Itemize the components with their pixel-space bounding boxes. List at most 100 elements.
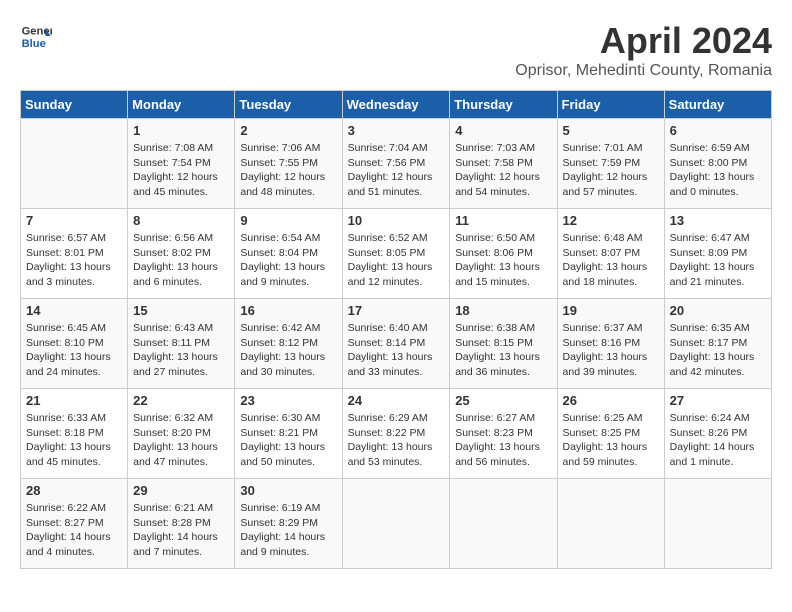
day-number: 19 bbox=[563, 303, 659, 318]
calendar-cell: 13 Sunrise: 6:47 AM Sunset: 8:09 PM Dayli… bbox=[664, 209, 771, 299]
day-number: 14 bbox=[26, 303, 122, 318]
day-info: Sunrise: 7:06 AM Sunset: 7:55 PM Dayligh… bbox=[240, 141, 336, 200]
day-info: Sunrise: 7:01 AM Sunset: 7:59 PM Dayligh… bbox=[563, 141, 659, 200]
calendar-cell: 21 Sunrise: 6:33 AM Sunset: 8:18 PM Dayli… bbox=[21, 389, 128, 479]
calendar-cell: 23Sunrise: 6:30 AM Sunset: 8:21 PM Dayli… bbox=[235, 389, 342, 479]
day-header-saturday: Saturday bbox=[664, 91, 771, 119]
day-number: 11 bbox=[455, 213, 551, 228]
day-header-sunday: Sunday bbox=[21, 91, 128, 119]
day-number: 18 bbox=[455, 303, 551, 318]
day-header-tuesday: Tuesday bbox=[235, 91, 342, 119]
day-number: 20 bbox=[670, 303, 766, 318]
day-info: Sunrise: 6:22 AM Sunset: 8:27 PM Dayligh… bbox=[26, 501, 122, 560]
day-header-wednesday: Wednesday bbox=[342, 91, 450, 119]
calendar-cell: 9Sunrise: 6:54 AM Sunset: 8:04 PM Daylig… bbox=[235, 209, 342, 299]
day-number: 13 bbox=[670, 213, 766, 228]
calendar-week-4: 21 Sunrise: 6:33 AM Sunset: 8:18 PM Dayli… bbox=[21, 389, 772, 479]
calendar-cell: 19 Sunrise: 6:37 AM Sunset: 8:16 PM Dayli… bbox=[557, 299, 664, 389]
day-info: Sunrise: 6:29 AM Sunset: 8:22 PM Dayligh… bbox=[348, 411, 445, 470]
calendar-cell bbox=[450, 479, 557, 569]
calendar-cell: 7 Sunrise: 6:57 AM Sunset: 8:01 PM Daylig… bbox=[21, 209, 128, 299]
day-number: 3 bbox=[348, 123, 445, 138]
calendar-cell: 3 Sunrise: 7:04 AM Sunset: 7:56 PM Daylig… bbox=[342, 119, 450, 209]
calendar-cell: 1Sunrise: 7:08 AM Sunset: 7:54 PM Daylig… bbox=[128, 119, 235, 209]
day-number: 10 bbox=[348, 213, 445, 228]
day-info: Sunrise: 6:54 AM Sunset: 8:04 PM Dayligh… bbox=[240, 231, 336, 290]
location-subtitle: Oprisor, Mehedinti County, Romania bbox=[515, 62, 772, 80]
day-number: 24 bbox=[348, 393, 445, 408]
day-number: 28 bbox=[26, 483, 122, 498]
month-title: April 2024 bbox=[515, 20, 772, 62]
calendar-table: SundayMondayTuesdayWednesdayThursdayFrid… bbox=[20, 90, 772, 569]
day-number: 27 bbox=[670, 393, 766, 408]
calendar-cell: 2 Sunrise: 7:06 AM Sunset: 7:55 PM Daylig… bbox=[235, 119, 342, 209]
calendar-cell: 12 Sunrise: 6:48 AM Sunset: 8:07 PM Dayli… bbox=[557, 209, 664, 299]
day-number: 23 bbox=[240, 393, 336, 408]
day-header-monday: Monday bbox=[128, 91, 235, 119]
day-info: Sunrise: 7:04 AM Sunset: 7:56 PM Dayligh… bbox=[348, 141, 445, 200]
day-number: 29 bbox=[133, 483, 229, 498]
title-area: April 2024 Oprisor, Mehedinti County, Ro… bbox=[515, 20, 772, 80]
calendar-cell: 28 Sunrise: 6:22 AM Sunset: 8:27 PM Dayli… bbox=[21, 479, 128, 569]
day-number: 15 bbox=[133, 303, 229, 318]
calendar-week-2: 7 Sunrise: 6:57 AM Sunset: 8:01 PM Daylig… bbox=[21, 209, 772, 299]
calendar-week-5: 28 Sunrise: 6:22 AM Sunset: 8:27 PM Dayli… bbox=[21, 479, 772, 569]
svg-text:Blue: Blue bbox=[22, 38, 46, 50]
logo: General Blue bbox=[20, 20, 52, 52]
day-header-friday: Friday bbox=[557, 91, 664, 119]
day-info: Sunrise: 6:48 AM Sunset: 8:07 PM Dayligh… bbox=[563, 231, 659, 290]
calendar-week-3: 14 Sunrise: 6:45 AM Sunset: 8:10 PM Dayli… bbox=[21, 299, 772, 389]
day-number: 7 bbox=[26, 213, 122, 228]
day-number: 25 bbox=[455, 393, 551, 408]
day-info: Sunrise: 6:42 AM Sunset: 8:12 PM Dayligh… bbox=[240, 321, 336, 380]
calendar-cell: 8Sunrise: 6:56 AM Sunset: 8:02 PM Daylig… bbox=[128, 209, 235, 299]
calendar-cell: 11 Sunrise: 6:50 AM Sunset: 8:06 PM Dayli… bbox=[450, 209, 557, 299]
day-info: Sunrise: 6:21 AM Sunset: 8:28 PM Dayligh… bbox=[133, 501, 229, 560]
calendar-cell: 22Sunrise: 6:32 AM Sunset: 8:20 PM Dayli… bbox=[128, 389, 235, 479]
day-number: 26 bbox=[563, 393, 659, 408]
day-info: Sunrise: 6:40 AM Sunset: 8:14 PM Dayligh… bbox=[348, 321, 445, 380]
day-info: Sunrise: 6:59 AM Sunset: 8:00 PM Dayligh… bbox=[670, 141, 766, 200]
calendar-header-row: SundayMondayTuesdayWednesdayThursdayFrid… bbox=[21, 91, 772, 119]
day-info: Sunrise: 6:35 AM Sunset: 8:17 PM Dayligh… bbox=[670, 321, 766, 380]
logo-icon: General Blue bbox=[20, 20, 52, 52]
calendar-cell: 20 Sunrise: 6:35 AM Sunset: 8:17 PM Dayli… bbox=[664, 299, 771, 389]
calendar-week-1: 1Sunrise: 7:08 AM Sunset: 7:54 PM Daylig… bbox=[21, 119, 772, 209]
calendar-cell: 5 Sunrise: 7:01 AM Sunset: 7:59 PM Daylig… bbox=[557, 119, 664, 209]
day-info: Sunrise: 6:25 AM Sunset: 8:25 PM Dayligh… bbox=[563, 411, 659, 470]
day-header-thursday: Thursday bbox=[450, 91, 557, 119]
calendar-cell: 16 Sunrise: 6:42 AM Sunset: 8:12 PM Dayli… bbox=[235, 299, 342, 389]
day-number: 21 bbox=[26, 393, 122, 408]
day-number: 1 bbox=[133, 123, 229, 138]
day-number: 6 bbox=[670, 123, 766, 138]
day-info: Sunrise: 6:47 AM Sunset: 8:09 PM Dayligh… bbox=[670, 231, 766, 290]
day-info: Sunrise: 6:43 AM Sunset: 8:11 PM Dayligh… bbox=[133, 321, 229, 380]
calendar-cell bbox=[664, 479, 771, 569]
day-number: 5 bbox=[563, 123, 659, 138]
day-info: Sunrise: 6:45 AM Sunset: 8:10 PM Dayligh… bbox=[26, 321, 122, 380]
calendar-cell: 25Sunrise: 6:27 AM Sunset: 8:23 PM Dayli… bbox=[450, 389, 557, 479]
day-info: Sunrise: 6:33 AM Sunset: 8:18 PM Dayligh… bbox=[26, 411, 122, 470]
day-number: 12 bbox=[563, 213, 659, 228]
day-info: Sunrise: 6:50 AM Sunset: 8:06 PM Dayligh… bbox=[455, 231, 551, 290]
day-info: Sunrise: 6:24 AM Sunset: 8:26 PM Dayligh… bbox=[670, 411, 766, 470]
day-number: 2 bbox=[240, 123, 336, 138]
calendar-cell bbox=[557, 479, 664, 569]
day-number: 16 bbox=[240, 303, 336, 318]
calendar-cell: 24 Sunrise: 6:29 AM Sunset: 8:22 PM Dayli… bbox=[342, 389, 450, 479]
day-info: Sunrise: 6:19 AM Sunset: 8:29 PM Dayligh… bbox=[240, 501, 336, 560]
day-info: Sunrise: 6:38 AM Sunset: 8:15 PM Dayligh… bbox=[455, 321, 551, 380]
day-info: Sunrise: 7:03 AM Sunset: 7:58 PM Dayligh… bbox=[455, 141, 551, 200]
calendar-cell bbox=[21, 119, 128, 209]
day-info: Sunrise: 6:57 AM Sunset: 8:01 PM Dayligh… bbox=[26, 231, 122, 290]
page-header: General Blue April 2024 Oprisor, Mehedin… bbox=[20, 20, 772, 80]
calendar-cell: 4 Sunrise: 7:03 AM Sunset: 7:58 PM Daylig… bbox=[450, 119, 557, 209]
calendar-cell: 6 Sunrise: 6:59 AM Sunset: 8:00 PM Daylig… bbox=[664, 119, 771, 209]
calendar-cell: 18 Sunrise: 6:38 AM Sunset: 8:15 PM Dayli… bbox=[450, 299, 557, 389]
calendar-cell: 17Sunrise: 6:40 AM Sunset: 8:14 PM Dayli… bbox=[342, 299, 450, 389]
day-number: 4 bbox=[455, 123, 551, 138]
day-info: Sunrise: 6:37 AM Sunset: 8:16 PM Dayligh… bbox=[563, 321, 659, 380]
calendar-cell bbox=[342, 479, 450, 569]
calendar-cell: 26 Sunrise: 6:25 AM Sunset: 8:25 PM Dayli… bbox=[557, 389, 664, 479]
calendar-cell: 27 Sunrise: 6:24 AM Sunset: 8:26 PM Dayli… bbox=[664, 389, 771, 479]
